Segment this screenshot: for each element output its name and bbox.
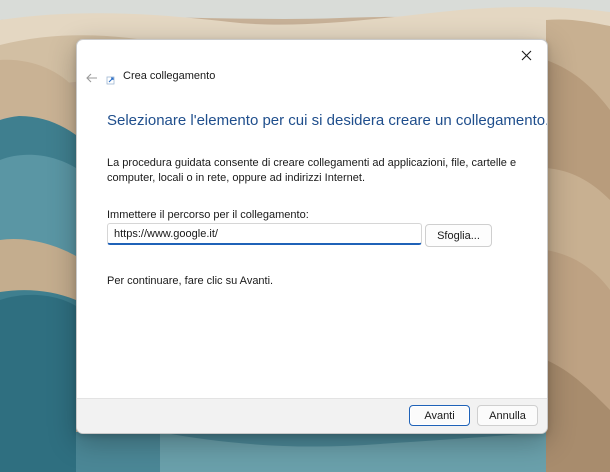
- shortcut-icon: [106, 76, 115, 85]
- window-title: Crea collegamento: [123, 70, 216, 82]
- back-arrow-icon: [86, 73, 97, 83]
- close-icon: [521, 50, 531, 60]
- wizard-description: La procedura guidata consente di creare …: [107, 157, 517, 184]
- create-shortcut-dialog: Crea collegamento Selezionare l'elemento…: [76, 39, 548, 434]
- wizard-heading: Selezionare l'elemento per cui si deside…: [107, 112, 548, 129]
- back-button[interactable]: [81, 67, 103, 89]
- cancel-button[interactable]: Annulla: [477, 405, 538, 426]
- next-button[interactable]: Avanti: [409, 405, 470, 426]
- close-button[interactable]: [511, 43, 541, 67]
- browse-button[interactable]: Sfoglia...: [425, 224, 492, 247]
- path-label: Immettere il percorso per il collegament…: [107, 209, 309, 221]
- path-input[interactable]: [107, 223, 422, 245]
- dialog-footer: Avanti Annulla: [77, 398, 547, 433]
- continue-hint: Per continuare, fare clic su Avanti.: [107, 275, 274, 287]
